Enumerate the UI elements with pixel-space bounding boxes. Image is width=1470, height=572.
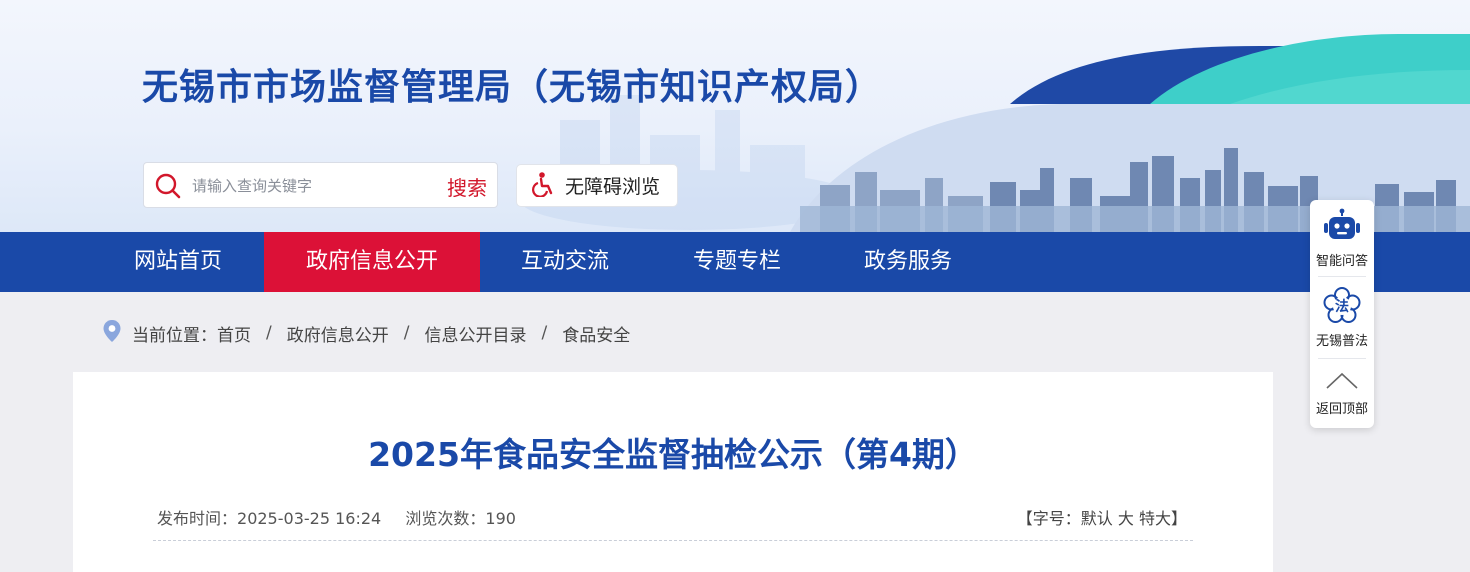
nav-item-services[interactable]: 政务服务 — [843, 232, 973, 292]
breadcrumb-separator: / — [541, 323, 548, 343]
font-size-large[interactable]: 大 — [1118, 509, 1134, 528]
float-item-label: 智能问答 — [1315, 254, 1368, 269]
accessibility-label: 无障碍浏览 — [565, 176, 661, 198]
article-title: 2025年食品安全监督抽检公示（第4期） — [368, 435, 978, 474]
views-label: 浏览次数： — [405, 509, 486, 528]
breadcrumb-item-catalog[interactable]: 信息公开目录 — [424, 321, 526, 346]
float-toolbar: 智能问答 法 无锡普法 返回顶部 — [1310, 200, 1374, 428]
chevron-up-icon — [1310, 366, 1374, 398]
main-nav: 网站首页 政府信息公开 互动交流 专题专栏 政务服务 — [0, 232, 1470, 292]
float-divider — [1318, 276, 1366, 277]
float-item-back-to-top[interactable]: 返回顶部 — [1310, 366, 1374, 417]
svg-text:法: 法 — [1335, 298, 1349, 315]
publish-time: 2025-03-25 16:24 — [237, 509, 382, 528]
breadcrumb-separator: / — [266, 323, 272, 343]
article-meta: 发布时间：2025-03-25 16:24 浏览次数：190 — [157, 505, 516, 529]
law-flower-icon: 法 — [1310, 286, 1374, 330]
font-size-label: 字号： — [1032, 509, 1081, 528]
float-item-label: 无锡普法 — [1315, 334, 1368, 349]
breadcrumb-item-gov-info[interactable]: 政府信息公开 — [287, 321, 389, 346]
search-input[interactable] — [190, 169, 429, 203]
nav-item-interaction[interactable]: 互动交流 — [500, 232, 630, 292]
search-icon — [154, 172, 182, 204]
accessibility-button[interactable]: 无障碍浏览 — [516, 164, 678, 207]
font-size-default[interactable]: 默认 — [1081, 509, 1113, 528]
nav-item-gov-info[interactable]: 政府信息公开 — [264, 232, 480, 292]
breadcrumb-prefix: 当前位置： — [132, 325, 217, 346]
search-box: 搜索 — [143, 162, 498, 208]
float-divider — [1318, 358, 1366, 359]
float-item-wuxi-law[interactable]: 法 无锡普法 — [1310, 286, 1374, 349]
publish-label: 发布时间： — [157, 509, 238, 528]
nav-item-topics[interactable]: 专题专栏 — [672, 232, 802, 292]
site-title: 无锡市市场监督管理局（无锡市知识产权局） — [142, 67, 883, 108]
search-button[interactable]: 搜索 — [447, 172, 487, 201]
font-size-xlarge[interactable]: 特大 — [1139, 509, 1171, 528]
robot-icon — [1310, 208, 1374, 250]
wheelchair-icon — [531, 171, 557, 201]
header-banner: 无锡市市场监督管理局（无锡市知识产权局） 搜索 无障碍浏览 — [0, 0, 1470, 232]
breadcrumb: 当前位置： 首页 / 政府信息公开 / 信息公开目录 / 食品安全 — [102, 318, 630, 348]
nav-item-home[interactable]: 网站首页 — [113, 232, 243, 292]
breadcrumb-item-home[interactable]: 首页 — [217, 321, 251, 346]
float-item-smart-qa[interactable]: 智能问答 — [1310, 208, 1374, 269]
article-card: 2025年食品安全监督抽检公示（第4期） 发布时间：2025-03-25 16:… — [73, 372, 1273, 572]
font-size-bracket-close: 】 — [1170, 509, 1187, 528]
breadcrumb-separator: / — [403, 323, 410, 343]
font-size-bracket-open: 【 — [1016, 509, 1033, 528]
location-pin-icon — [102, 319, 122, 348]
font-size-switcher: 【字号：默认 大 特大】 — [1017, 505, 1187, 529]
float-item-label: 返回顶部 — [1315, 402, 1368, 417]
views-count: 190 — [485, 509, 516, 528]
breadcrumb-item-food-safety[interactable]: 食品安全 — [562, 321, 630, 346]
